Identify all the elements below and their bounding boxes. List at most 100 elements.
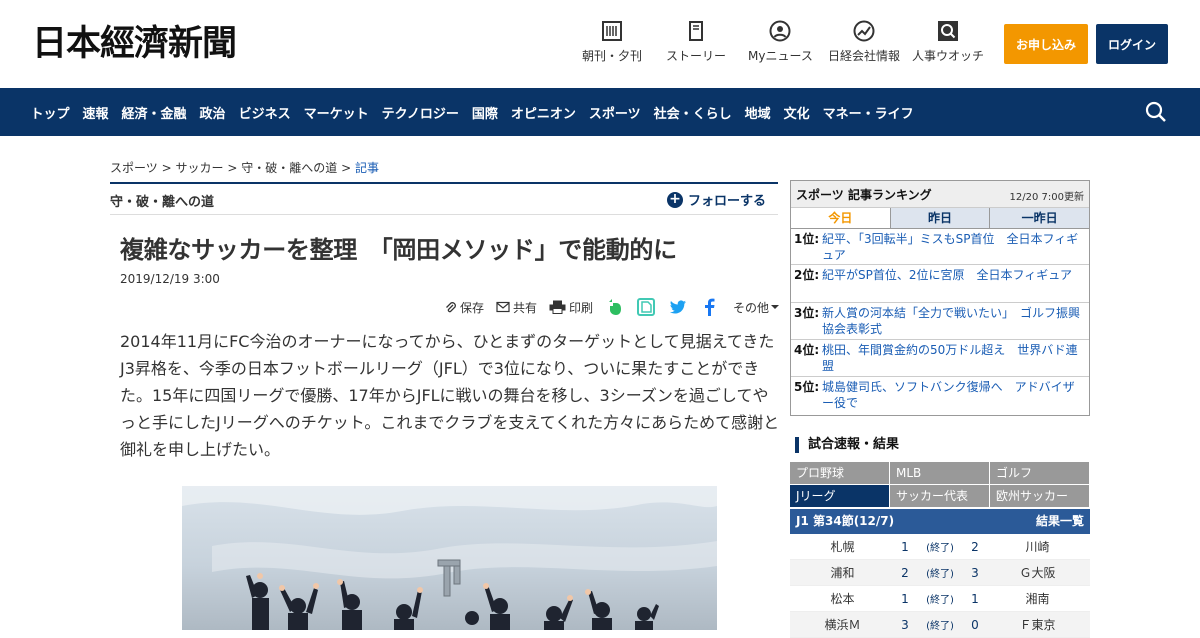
tab-npb[interactable]: プロ野球 [790,462,890,485]
article-photo[interactable] [182,486,717,630]
results-list-link[interactable]: 結果一覧 [1036,509,1084,534]
nav-jinji-label: 人事ウオッチ [912,49,985,63]
ranking-number: 2位: [794,268,820,282]
person-icon [769,20,791,42]
ranking-link[interactable]: 城島健司氏、ソフトバンク復帰へ アドバイザー役で [822,379,1081,412]
ranking-item[interactable]: 1位: 紀平、「3回転半」ミスもSP首位 全日本フィギュア [791,229,1089,265]
navbar-item-top[interactable]: トップ [24,103,76,122]
save-button[interactable]: 保存 [444,299,484,316]
ranking-item[interactable]: 5位: 城島健司氏、ソフトバンク復帰へ アドバイザー役で [791,377,1089,413]
tab-europe-soccer[interactable]: 欧州サッカー [990,485,1090,508]
nav-mynews-label: Myニュース [748,49,813,63]
twitter-icon[interactable] [669,298,687,316]
mail-icon [496,301,510,313]
away-score: 0 [971,617,979,632]
breadcrumb-separator: > [227,161,238,175]
ranking-updated: 12/20 7:00更新 [1009,192,1084,203]
away-score: 2 [971,539,979,554]
away-score: 3 [971,565,979,580]
tab-golf[interactable]: ゴルフ [990,462,1090,485]
nav-story-label: ストーリー [666,49,727,63]
match-row[interactable]: 札幌 1 (終了) 2 川崎 [790,534,1090,560]
ranking-link[interactable]: 紀平がSP首位、2位に宮原 全日本フィギュア [822,267,1072,301]
navbar-item-opinion[interactable]: オピニオン [504,103,582,122]
share-button[interactable]: 共有 [496,299,537,316]
tab-yesterday[interactable]: 昨日 [890,208,991,228]
printer-icon [549,300,566,314]
ranking-panel: スポーツ 記事ランキング 12/20 7:00更新 今日 昨日 一昨日 1位: … [790,180,1090,416]
navbar-item-business[interactable]: ビジネス [232,103,297,122]
nav-newspaper-label: 朝刊・夕刊 [582,49,643,63]
nav-newspaper[interactable]: 朝刊・夕刊 [582,20,642,64]
navbar-item-technology[interactable]: テクノロジー [375,103,465,122]
more-dropdown[interactable]: その他 [733,299,782,316]
site-logo[interactable]: 日本經濟新聞 [32,24,237,64]
tab-jleague[interactable]: Jリーグ [790,485,890,508]
ranking-item[interactable]: 3位: 新人賞の河本結「全力で戦いたい」 ゴルフ振興協会表彰式 [791,303,1089,340]
away-team: Ｇ大阪 [1019,566,1056,580]
login-button[interactable]: ログイン [1096,24,1168,64]
newspaper-icon [602,21,622,41]
share-label: 共有 [513,300,538,315]
nav-company[interactable]: 日経会社情報 [828,20,900,64]
ranking-link[interactable]: 紀平、「3回転半」ミスもSP首位 全日本フィギュア [822,231,1081,263]
chart-icon [853,20,875,42]
away-team: Ｆ東京 [1019,618,1056,632]
away-team: 湘南 [1025,592,1050,606]
navbar-item-region[interactable]: 地域 [738,103,777,122]
tab-mlb[interactable]: MLB [890,462,990,485]
subscribe-button[interactable]: お申し込み [1004,24,1088,64]
results-tabs: プロ野球 MLB ゴルフ Jリーグ サッカー代表 欧州サッカー [790,462,1090,508]
home-score: 2 [901,565,909,580]
ranking-item[interactable]: 4位: 桃田、年間賞金約の50万ドル超え 世界バド連盟 [791,340,1089,377]
tab-national-team[interactable]: サッカー代表 [890,485,990,508]
series-name[interactable]: 守・破・離への道 [110,191,214,210]
home-team: 札幌 [830,540,855,554]
nav-company-label: 日経会社情報 [828,49,901,63]
print-label: 印刷 [569,300,594,315]
navbar-item-politics[interactable]: 政治 [193,103,232,122]
match-row[interactable]: 浦和 2 (終了) 3 Ｇ大阪 [790,560,1090,586]
article-body: 2014年11月にFC今治のオーナーになってから、ひとまずのターゲットとして見据… [120,332,780,459]
breadcrumb-item-series[interactable]: 守・破・離への道 [241,161,337,175]
follow-button[interactable]: + フォローする [666,190,766,209]
nav-mynews[interactable]: Myニュース [748,20,813,64]
ranking-header: スポーツ 記事ランキング 12/20 7:00更新 [791,181,1089,208]
navbar-item-market[interactable]: マーケット [297,103,375,122]
navbar-item-society[interactable]: 社会・くらし [647,103,738,122]
ranking-link[interactable]: 新人賞の河本結「全力で戦いたい」 ゴルフ振興協会表彰式 [822,305,1081,338]
paperclip-icon [446,301,456,312]
save-label: 保存 [460,300,485,315]
nav-story[interactable]: ストーリー [666,20,726,64]
breadcrumb-item-soccer[interactable]: サッカー [175,161,223,175]
match-row[interactable]: 横浜Ｍ 3 (終了) 0 Ｆ東京 [790,612,1090,638]
site-header: 日本經濟新聞 朝刊・夕刊 ストーリー Myニュース 日経会社情報 人事ウオッチ … [0,0,1200,88]
navbar-item-international[interactable]: 国際 [465,103,504,122]
match-status: (終了) [926,543,954,554]
breadcrumb-item-sports[interactable]: スポーツ [110,161,158,175]
navbar-item-culture[interactable]: 文化 [777,103,816,122]
navbar-item-economy[interactable]: 経済・金融 [115,103,193,122]
note-icon[interactable] [637,298,656,316]
away-team: 川崎 [1025,540,1050,554]
search-icon[interactable] [1144,100,1168,124]
navbar-item-sports[interactable]: スポーツ [582,103,647,122]
round-header: J1 第34節(12/7) 結果一覧 [790,509,1090,534]
tab-today[interactable]: 今日 [791,208,891,228]
caret-down-icon [771,305,780,309]
nav-jinji[interactable]: 人事ウオッチ [912,20,984,64]
navbar-item-flash[interactable]: 速報 [76,103,115,122]
ranking-link[interactable]: 桃田、年間賞金約の50万ドル超え 世界バド連盟 [822,342,1081,375]
home-score: 1 [901,539,909,554]
breadcrumb-separator: > [341,161,352,175]
evernote-icon[interactable] [605,298,623,316]
navbar-item-money[interactable]: マネー・ライフ [816,103,920,122]
match-status: (終了) [926,595,954,606]
tab-day-before[interactable]: 一昨日 [990,208,1090,228]
facebook-icon[interactable] [701,298,719,316]
ranking-number: 3位: [794,306,820,320]
match-row[interactable]: 松本 1 (終了) 1 湘南 [790,586,1090,612]
print-button[interactable]: 印刷 [549,299,593,316]
ranking-item[interactable]: 2位: 紀平がSP首位、2位に宮原 全日本フィギュア [791,265,1089,303]
home-score: 3 [901,617,909,632]
